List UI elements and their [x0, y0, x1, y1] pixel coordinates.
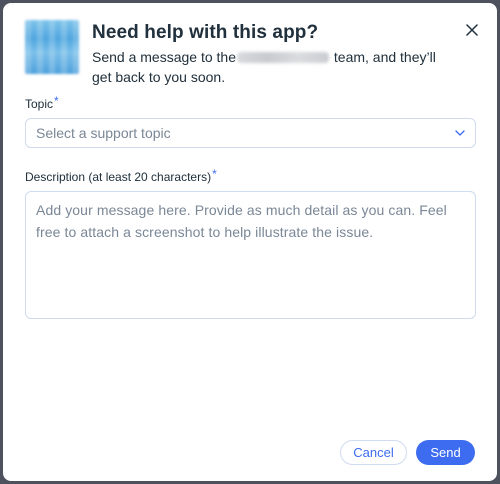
app-logo — [25, 20, 79, 74]
send-button[interactable]: Send — [416, 440, 475, 465]
topic-label: Topic* — [25, 94, 59, 111]
description-textarea[interactable]: Add your message here. Provide as much d… — [25, 191, 476, 319]
required-marker: * — [54, 94, 59, 108]
description-label-text: Description (at least 20 characters) — [25, 170, 212, 184]
subtitle-text-start: Send a message to the — [92, 49, 236, 65]
support-dialog: Need help with this app? Send a message … — [3, 3, 497, 481]
description-label: Description (at least 20 characters)* — [25, 167, 217, 184]
topic-select-placeholder: Select a support topic — [36, 125, 171, 141]
cancel-button[interactable]: Cancel — [340, 440, 407, 465]
chevron-down-icon — [455, 130, 465, 136]
topic-select[interactable]: Select a support topic — [25, 118, 476, 148]
topic-label-text: Topic — [25, 97, 54, 111]
close-icon — [466, 24, 478, 36]
dialog-title: Need help with this app? — [92, 22, 319, 43]
description-placeholder: Add your message here. Provide as much d… — [36, 202, 447, 240]
close-button[interactable] — [461, 19, 483, 41]
required-marker: * — [212, 167, 217, 181]
dialog-subtitle: Send a message to the team, and they’ll … — [92, 48, 452, 87]
redacted-developer-name — [237, 52, 329, 63]
